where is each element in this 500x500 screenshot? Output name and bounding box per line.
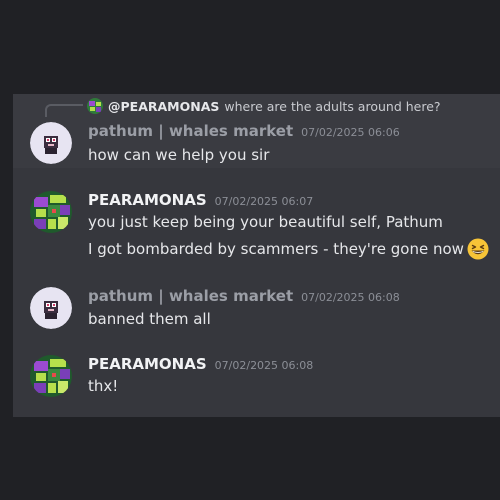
- reply-connector: [45, 104, 83, 117]
- message-text: banned them all: [88, 310, 211, 328]
- message-header: PEARAMONAS 07/02/2025 06:08: [88, 355, 313, 373]
- author-name[interactable]: PEARAMONAS: [88, 355, 207, 373]
- grinning-squinting-face-emoji-icon[interactable]: [467, 238, 489, 260]
- reply-reference[interactable]: @PEARAMONAS where are the adults around …: [87, 97, 441, 115]
- message-text: you just keep being your beautiful self,…: [88, 213, 443, 231]
- message-header: pathum | whales market 07/02/2025 06:06: [88, 122, 400, 140]
- author-name[interactable]: pathum | whales market: [88, 287, 293, 305]
- reply-mention[interactable]: @PEARAMONAS: [108, 99, 219, 114]
- reply-avatar: [87, 98, 103, 114]
- timestamp: 07/02/2025 06:08: [214, 359, 314, 372]
- avatar-pearamonas[interactable]: [30, 191, 72, 233]
- timestamp: 07/02/2025 06:06: [301, 126, 400, 139]
- message-header: pathum | whales market 07/02/2025 06:08: [88, 287, 400, 305]
- avatar-pearamonas[interactable]: [30, 355, 72, 397]
- avatar-pathum[interactable]: [30, 122, 72, 164]
- author-name[interactable]: PEARAMONAS: [88, 191, 207, 209]
- avatar-pathum[interactable]: [30, 287, 72, 329]
- message-line-with-emoji: I got bombarded by scammers - they're go…: [88, 238, 489, 260]
- message-text: how can we help you sir: [88, 146, 270, 164]
- message-text: I got bombarded by scammers - they're go…: [88, 240, 464, 258]
- timestamp: 07/02/2025 06:08: [301, 291, 400, 304]
- reply-text: where are the adults around here?: [224, 98, 441, 114]
- timestamp: 07/02/2025 06:07: [214, 195, 314, 208]
- author-name[interactable]: pathum | whales market: [88, 122, 293, 140]
- message-text: thx!: [88, 377, 119, 395]
- message-header: PEARAMONAS 07/02/2025 06:07: [88, 191, 313, 209]
